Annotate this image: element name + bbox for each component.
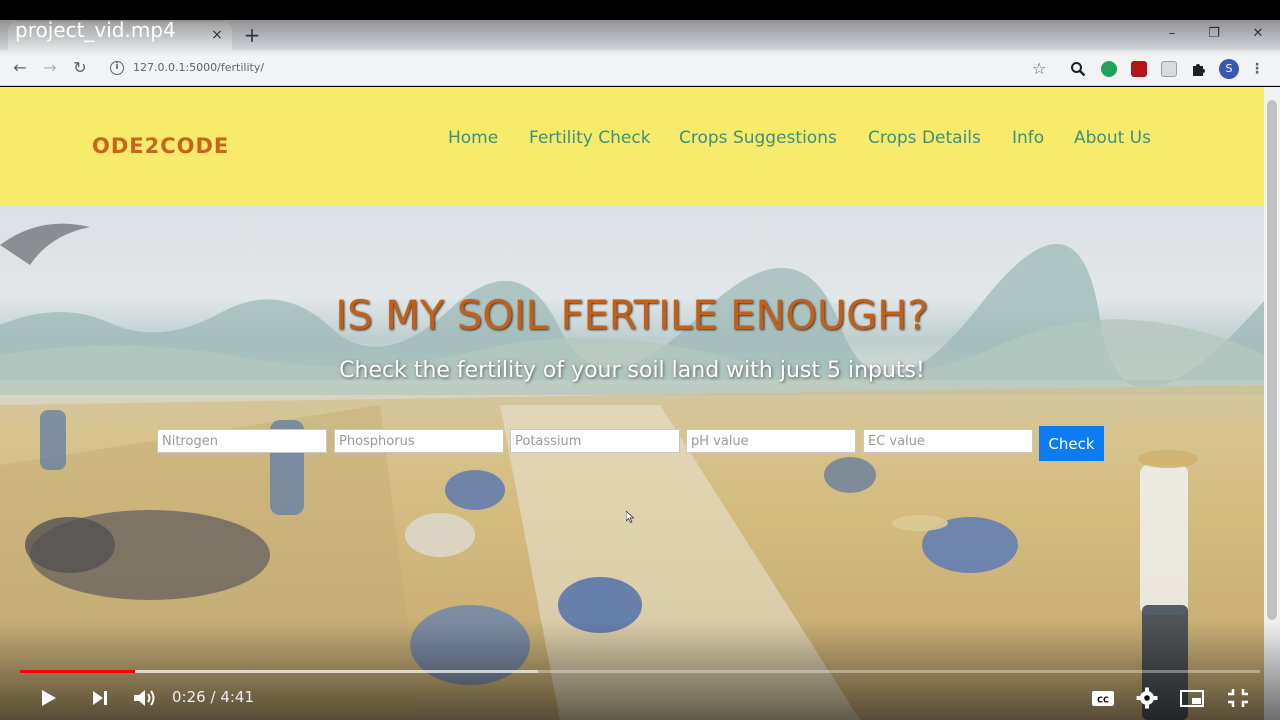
bookmark-star-icon[interactable]: ☆ <box>1032 59 1046 78</box>
site-brand[interactable]: ODE2CODE <box>92 134 229 158</box>
time-display: 0:26 / 4:41 <box>172 688 254 706</box>
settings-gear-icon[interactable] <box>1134 684 1160 712</box>
address-url[interactable]: 127.0.0.1:5000/fertility/ <box>133 61 264 74</box>
exit-fullscreen-icon[interactable] <box>1224 684 1252 712</box>
potassium-input[interactable] <box>510 429 680 453</box>
progress-played <box>20 670 135 673</box>
back-arrow-icon[interactable]: ← <box>10 58 30 78</box>
phosphorus-input[interactable] <box>334 429 504 453</box>
video-title[interactable]: project_vid.mp4 <box>15 18 176 42</box>
zoom-icon[interactable] <box>1070 61 1086 77</box>
nav-about-us[interactable]: About Us <box>1074 128 1151 148</box>
nav-fertility-check[interactable]: Fertility Check <box>529 128 651 148</box>
volume-icon[interactable] <box>130 684 158 712</box>
duration: 4:41 <box>220 688 254 706</box>
svg-text:CC: CC <box>1097 696 1109 705</box>
nav-info[interactable]: Info <box>1012 128 1044 148</box>
ec-value-input[interactable] <box>863 429 1033 453</box>
ph-value-input[interactable] <box>686 429 856 453</box>
miniplayer-icon[interactable] <box>1178 684 1206 712</box>
time-separator: / <box>210 688 216 706</box>
site-info-icon[interactable]: i <box>110 61 124 75</box>
extension-page-icon[interactable] <box>1161 61 1177 77</box>
scrollbar-thumb[interactable] <box>1267 100 1277 620</box>
extension-green-icon[interactable] <box>1101 61 1117 77</box>
check-button[interactable]: Check <box>1039 426 1104 461</box>
site-navbar: ODE2CODE Home Fertility Check Crops Sugg… <box>0 87 1264 205</box>
hero-subtitle: Check the fertility of your soil land wi… <box>339 358 925 383</box>
forward-arrow-icon[interactable]: → <box>40 58 60 78</box>
extensions-puzzle-icon[interactable] <box>1190 61 1206 77</box>
video-title-shade <box>0 0 1280 56</box>
browser-menu-icon[interactable]: ⋮ <box>1250 59 1264 79</box>
mouse-cursor-icon <box>626 511 634 523</box>
nav-crops-suggestions[interactable]: Crops Suggestions <box>679 128 837 148</box>
video-player-frame[interactable]: × + – ❐ ✕ ← → ↻ i 127.0.0.1:5000/fertili… <box>0 0 1280 720</box>
nitrogen-input[interactable] <box>157 429 327 453</box>
nav-home[interactable]: Home <box>448 128 498 148</box>
next-icon[interactable] <box>88 684 112 712</box>
hero-title: IS MY SOIL FERTILE ENOUGH? <box>335 293 929 339</box>
nav-crops-details[interactable]: Crops Details <box>868 128 981 148</box>
play-icon[interactable] <box>36 684 60 712</box>
extension-pdf-icon[interactable] <box>1131 61 1147 77</box>
captions-icon[interactable]: CC <box>1090 684 1116 712</box>
profile-avatar[interactable]: S <box>1219 59 1239 79</box>
current-time: 0:26 <box>172 688 206 706</box>
reload-icon[interactable]: ↻ <box>70 58 90 78</box>
